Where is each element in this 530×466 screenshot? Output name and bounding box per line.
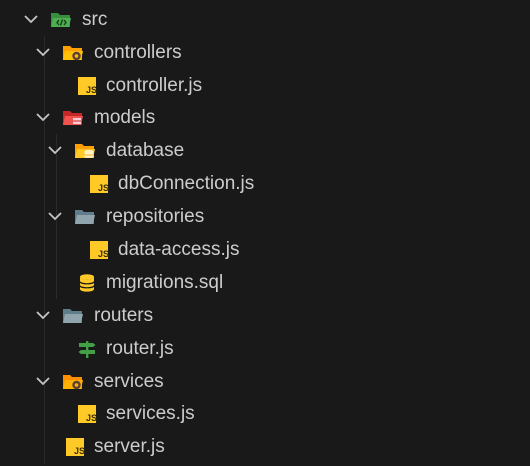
tree-item-label: models: [94, 107, 156, 128]
chevron-down-icon: [44, 204, 66, 228]
folder-models-open-icon: [62, 107, 84, 129]
svg-text:JS: JS: [86, 85, 97, 95]
tree-item-label: router.js: [106, 338, 174, 359]
svg-text:JS: JS: [74, 446, 85, 456]
folder-open-icon: [62, 305, 84, 327]
chevron-down-icon: [20, 7, 42, 31]
chevron-down-icon: [32, 369, 54, 393]
chevron-down-icon: [32, 40, 54, 64]
tree-item-label: routers: [94, 305, 154, 326]
tree-item-label: data-access.js: [118, 239, 240, 260]
tree-item-controller-js[interactable]: JS controller.js: [0, 69, 530, 102]
tree-item-label: server.js: [94, 436, 165, 457]
chevron-down-icon: [44, 138, 66, 162]
file-explorer-tree: src controllers JS controller.js models …: [0, 0, 530, 466]
tree-item-label: services: [94, 371, 164, 392]
tree-item-database-folder[interactable]: database: [0, 134, 530, 167]
javascript-file-icon: JS: [76, 75, 98, 97]
tree-item-label: repositories: [106, 206, 205, 227]
tree-item-controllers-folder[interactable]: controllers: [0, 36, 530, 69]
folder-database-open-icon: [74, 140, 96, 162]
folder-src-open-icon: [50, 9, 72, 31]
tree-item-services-js[interactable]: JS services.js: [0, 397, 530, 430]
tree-item-label: migrations.sql: [106, 272, 224, 293]
tree-item-label: src: [82, 9, 108, 30]
tree-item-repositories-folder[interactable]: repositories: [0, 200, 530, 233]
svg-text:JS: JS: [86, 413, 97, 423]
database-file-icon: [76, 272, 98, 294]
chevron-down-icon: [32, 105, 54, 129]
tree-item-label: dbConnection.js: [118, 173, 255, 194]
javascript-file-icon: JS: [76, 403, 98, 425]
javascript-file-icon: JS: [88, 173, 110, 195]
tree-item-label: controller.js: [106, 75, 203, 96]
tree-item-services-folder[interactable]: services: [0, 365, 530, 398]
tree-item-routers-folder[interactable]: routers: [0, 299, 530, 332]
tree-item-server-js[interactable]: JS server.js: [0, 430, 530, 463]
tree-item-label: database: [106, 140, 185, 161]
folder-controllers-open-icon: [62, 42, 84, 64]
javascript-file-icon: JS: [64, 436, 86, 458]
tree-item-migrations-sql[interactable]: migrations.sql: [0, 266, 530, 299]
folder-services-open-icon: [62, 371, 84, 393]
folder-open-icon: [74, 206, 96, 228]
tree-item-dbconnection-js[interactable]: JS dbConnection.js: [0, 167, 530, 200]
chevron-down-icon: [32, 303, 54, 327]
svg-text:JS: JS: [98, 183, 109, 193]
router-file-icon: [76, 338, 98, 360]
tree-item-label: controllers: [94, 42, 182, 63]
tree-item-models-folder[interactable]: models: [0, 101, 530, 134]
svg-text:JS: JS: [98, 249, 109, 259]
javascript-file-icon: JS: [88, 239, 110, 261]
tree-item-data-access-js[interactable]: JS data-access.js: [0, 233, 530, 266]
tree-item-label: services.js: [106, 403, 195, 424]
tree-item-router-js[interactable]: router.js: [0, 332, 530, 365]
tree-item-src-folder[interactable]: src: [0, 3, 530, 36]
